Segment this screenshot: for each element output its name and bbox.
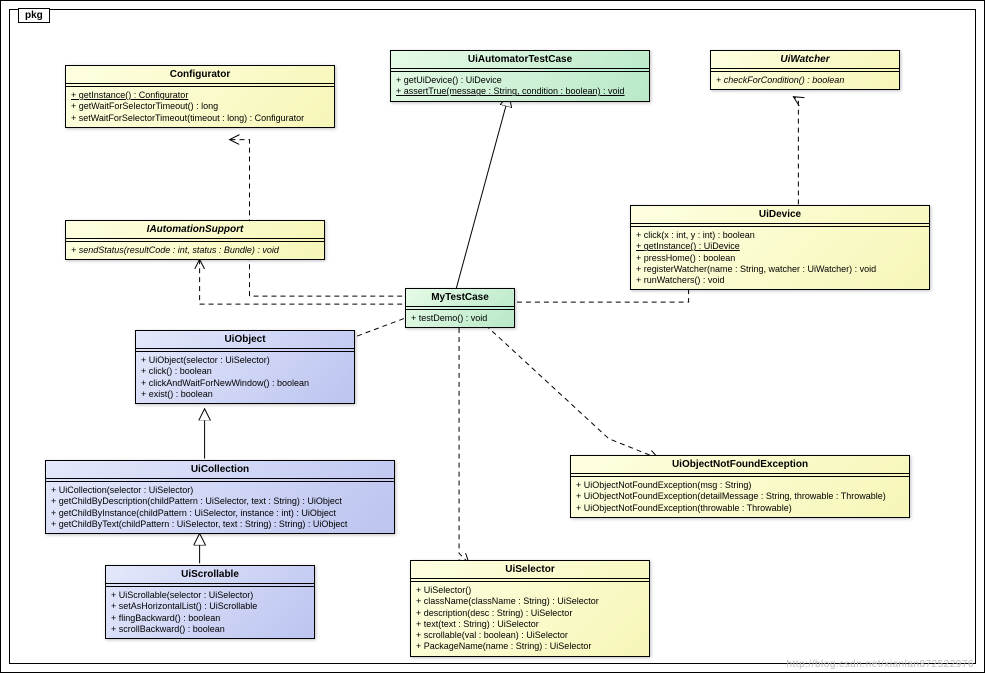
member: + UiSelector() (416, 585, 644, 596)
member: + testDemo() : void (411, 313, 509, 324)
class-members: + checkForCondition() : boolean (711, 72, 899, 89)
member: + UiObjectNotFoundException(msg : String… (576, 480, 904, 491)
diagram-canvas: pkg (0, 0, 985, 673)
member: + exist() : boolean (141, 389, 349, 400)
class-uiobject: UiObject + UiObject(selector : UiSelecto… (135, 330, 355, 404)
class-uiselector: UiSelector + UiSelector() + className(cl… (410, 560, 650, 657)
member: + text(text : String) : UiSelector (416, 619, 644, 630)
member: + getWaitForSelectorTimeout() : long (71, 101, 329, 112)
member: + getChildByText(childPattern : UiSelect… (51, 519, 389, 530)
member: + getInstance() : Configurator (71, 90, 329, 101)
class-name: UiScrollable (106, 566, 314, 584)
class-name: UiDevice (631, 206, 929, 224)
class-uiscrollable: UiScrollable + UiScrollable(selector : U… (105, 565, 315, 639)
member: + scrollable(val : boolean) : UiSelector (416, 630, 644, 641)
member: + description(desc : String) : UiSelecto… (416, 608, 644, 619)
class-members: + click(x : int, y : int) : boolean + ge… (631, 227, 929, 289)
member: + runWatchers() : void (636, 275, 924, 286)
package-label: pkg (18, 8, 50, 23)
member: + getChildByDescription(childPattern : U… (51, 496, 389, 507)
member: + PackageName(name : String) : UiSelecto… (416, 641, 644, 652)
class-members: + getUiDevice() : UiDevice + assertTrue(… (391, 72, 649, 101)
class-members: + getInstance() : Configurator + getWait… (66, 87, 334, 127)
member: + sendStatus(resultCode : int, status : … (71, 245, 319, 256)
member: + clickAndWaitForNewWindow() : boolean (141, 378, 349, 389)
member: + UiCollection(selector : UiSelector) (51, 485, 389, 496)
member: + getChildByInstance(childPattern : UiSe… (51, 508, 389, 519)
member: + getUiDevice() : UiDevice (396, 75, 644, 86)
class-name: MyTestCase (406, 289, 514, 307)
member: + className(className : String) : UiSele… (416, 596, 644, 607)
member: + UiScrollable(selector : UiSelector) (111, 590, 309, 601)
class-members: + UiCollection(selector : UiSelector) + … (46, 482, 394, 533)
member: + UiObject(selector : UiSelector) (141, 355, 349, 366)
class-configurator: Configurator + getInstance() : Configura… (65, 65, 335, 128)
class-uidevice: UiDevice + click(x : int, y : int) : boo… (630, 205, 930, 290)
class-members: + UiSelector() + className(className : S… (411, 582, 649, 656)
member: + registerWatcher(name : String, watcher… (636, 264, 924, 275)
member: + scrollBackward() : boolean (111, 624, 309, 635)
class-name: UiCollection (46, 461, 394, 479)
class-members: + testDemo() : void (406, 310, 514, 327)
member: + flingBackward() : boolean (111, 613, 309, 624)
class-name: Configurator (66, 66, 334, 84)
class-uiautomatortestcase: UiAutomatorTestCase + getUiDevice() : Ui… (390, 50, 650, 102)
member: + UiObjectNotFoundException(throwable : … (576, 503, 904, 514)
class-iautomationsupport: IAutomationSupport + sendStatus(resultCo… (65, 220, 325, 260)
class-name: UiAutomatorTestCase (391, 51, 649, 69)
class-members: + UiScrollable(selector : UiSelector) + … (106, 587, 314, 638)
class-members: + sendStatus(resultCode : int, status : … (66, 242, 324, 259)
watermark-text: http://blog.csdn.net/xianlan872522976 (786, 659, 974, 670)
member: + setWaitForSelectorTimeout(timeout : lo… (71, 113, 329, 124)
member: + pressHome() : boolean (636, 253, 924, 264)
class-members: + UiObjectNotFoundException(msg : String… (571, 477, 909, 517)
package-frame: pkg (9, 9, 976, 664)
class-name: UiWatcher (711, 51, 899, 69)
member: + setAsHorizontalList() : UiScrollable (111, 601, 309, 612)
member: + getInstance() : UiDevice (636, 241, 924, 252)
class-uiwatcher: UiWatcher + checkForCondition() : boolea… (710, 50, 900, 90)
member: + assertTrue(message : String, condition… (396, 86, 644, 97)
class-name: UiObject (136, 331, 354, 349)
class-name: UiSelector (411, 561, 649, 579)
member: + checkForCondition() : boolean (716, 75, 894, 86)
class-members: + UiObject(selector : UiSelector) + clic… (136, 352, 354, 403)
class-name: IAutomationSupport (66, 221, 324, 239)
member: + click() : boolean (141, 366, 349, 377)
class-uiobjectnotfoundexception: UiObjectNotFoundException + UiObjectNotF… (570, 455, 910, 518)
class-mytestcase: MyTestCase + testDemo() : void (405, 288, 515, 328)
member: + click(x : int, y : int) : boolean (636, 230, 924, 241)
class-uicollection: UiCollection + UiCollection(selector : U… (45, 460, 395, 534)
member: + UiObjectNotFoundException(detailMessag… (576, 491, 904, 502)
class-name: UiObjectNotFoundException (571, 456, 909, 474)
